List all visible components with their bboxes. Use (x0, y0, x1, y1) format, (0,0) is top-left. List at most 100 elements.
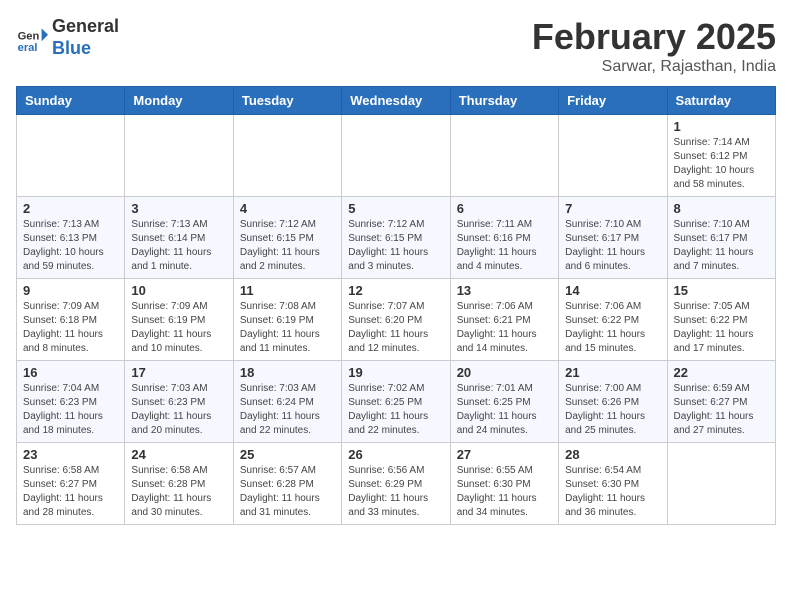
calendar-cell: 21Sunrise: 7:00 AM Sunset: 6:26 PM Dayli… (559, 361, 667, 443)
day-number: 4 (240, 201, 335, 216)
day-number: 8 (674, 201, 769, 216)
month-title: February 2025 (532, 16, 776, 58)
calendar-cell (450, 115, 558, 197)
day-info: Sunrise: 7:09 AM Sunset: 6:19 PM Dayligh… (131, 300, 226, 356)
calendar-cell (233, 115, 341, 197)
calendar-cell: 4Sunrise: 7:12 AM Sunset: 6:15 PM Daylig… (233, 197, 341, 279)
day-info: Sunrise: 7:12 AM Sunset: 6:15 PM Dayligh… (348, 218, 443, 274)
calendar-cell: 17 Sunrise: 7:03 AM Sunset: 6:23 PM Dayli… (125, 361, 233, 443)
calendar-cell: 1Sunrise: 7:14 AM Sunset: 6:12 PM Daylig… (667, 115, 775, 197)
calendar-cell: 26 Sunrise: 6:56 AM Sunset: 6:29 PM Dayli… (342, 443, 450, 525)
location-subtitle: Sarwar, Rajasthan, India (532, 58, 776, 76)
day-info: Sunrise: 7:10 AM Sunset: 6:17 PM Dayligh… (565, 218, 660, 274)
day-number: 1 (674, 119, 769, 134)
calendar-cell (17, 115, 125, 197)
day-info: Sunrise: 7:13 AM Sunset: 6:13 PM Dayligh… (23, 218, 118, 274)
weekday-header-wednesday: Wednesday (342, 87, 450, 115)
day-info: Sunrise: 6:54 AM Sunset: 6:30 PM Dayligh… (565, 464, 660, 520)
calendar-cell: 16Sunrise: 7:04 AM Sunset: 6:23 PM Dayli… (17, 361, 125, 443)
day-info: Sunrise: 7:03 AM Sunset: 6:24 PM Dayligh… (240, 382, 335, 438)
calendar-cell: 24 Sunrise: 6:58 AM Sunset: 6:28 PM Dayli… (125, 443, 233, 525)
day-info: Sunrise: 7:05 AM Sunset: 6:22 PM Dayligh… (674, 300, 769, 356)
day-number: 23 (23, 447, 118, 462)
calendar-week-5: 23 Sunrise: 6:58 AM Sunset: 6:27 PM Dayli… (17, 443, 776, 525)
day-info: Sunrise: 6:58 AM Sunset: 6:28 PM Dayligh… (131, 464, 226, 520)
weekday-header-saturday: Saturday (667, 87, 775, 115)
day-number: 25 (240, 447, 335, 462)
day-number: 24 (131, 447, 226, 462)
calendar-cell: 5 Sunrise: 7:12 AM Sunset: 6:15 PM Daylig… (342, 197, 450, 279)
day-number: 11 (240, 283, 335, 298)
calendar-cell: 11Sunrise: 7:08 AM Sunset: 6:19 PM Dayli… (233, 279, 341, 361)
day-info: Sunrise: 7:03 AM Sunset: 6:23 PM Dayligh… (131, 382, 226, 438)
calendar-cell: 9 Sunrise: 7:09 AM Sunset: 6:18 PM Daylig… (17, 279, 125, 361)
day-info: Sunrise: 7:07 AM Sunset: 6:20 PM Dayligh… (348, 300, 443, 356)
calendar-table: SundayMondayTuesdayWednesdayThursdayFrid… (16, 86, 776, 525)
day-number: 28 (565, 447, 660, 462)
calendar-cell: 15 Sunrise: 7:05 AM Sunset: 6:22 PM Dayli… (667, 279, 775, 361)
day-number: 5 (348, 201, 443, 216)
day-number: 2 (23, 201, 118, 216)
calendar-cell (559, 115, 667, 197)
day-info: Sunrise: 6:57 AM Sunset: 6:28 PM Dayligh… (240, 464, 335, 520)
calendar-cell: 10 Sunrise: 7:09 AM Sunset: 6:19 PM Dayli… (125, 279, 233, 361)
day-number: 12 (348, 283, 443, 298)
calendar-cell (342, 115, 450, 197)
day-info: Sunrise: 7:10 AM Sunset: 6:17 PM Dayligh… (674, 218, 769, 274)
day-number: 19 (348, 365, 443, 380)
day-info: Sunrise: 7:06 AM Sunset: 6:22 PM Dayligh… (565, 300, 660, 356)
calendar-cell: 12 Sunrise: 7:07 AM Sunset: 6:20 PM Dayli… (342, 279, 450, 361)
calendar-week-2: 2 Sunrise: 7:13 AM Sunset: 6:13 PM Daylig… (17, 197, 776, 279)
day-number: 3 (131, 201, 226, 216)
day-number: 13 (457, 283, 552, 298)
day-info: Sunrise: 6:59 AM Sunset: 6:27 PM Dayligh… (674, 382, 769, 438)
calendar-week-4: 16Sunrise: 7:04 AM Sunset: 6:23 PM Dayli… (17, 361, 776, 443)
calendar-cell: 7 Sunrise: 7:10 AM Sunset: 6:17 PM Daylig… (559, 197, 667, 279)
day-number: 18 (240, 365, 335, 380)
day-number: 10 (131, 283, 226, 298)
day-info: Sunrise: 6:55 AM Sunset: 6:30 PM Dayligh… (457, 464, 552, 520)
day-info: Sunrise: 7:13 AM Sunset: 6:14 PM Dayligh… (131, 218, 226, 274)
day-number: 9 (23, 283, 118, 298)
logo-text: General Blue (52, 16, 119, 59)
day-number: 15 (674, 283, 769, 298)
calendar-cell: 6Sunrise: 7:11 AM Sunset: 6:16 PM Daylig… (450, 197, 558, 279)
logo-general: General (52, 16, 119, 36)
weekday-header-tuesday: Tuesday (233, 87, 341, 115)
calendar-cell: 19 Sunrise: 7:02 AM Sunset: 6:25 PM Dayli… (342, 361, 450, 443)
calendar-cell: 28 Sunrise: 6:54 AM Sunset: 6:30 PM Dayli… (559, 443, 667, 525)
calendar-cell: 20 Sunrise: 7:01 AM Sunset: 6:25 PM Dayli… (450, 361, 558, 443)
day-number: 7 (565, 201, 660, 216)
day-number: 17 (131, 365, 226, 380)
calendar-cell: 18 Sunrise: 7:03 AM Sunset: 6:24 PM Dayli… (233, 361, 341, 443)
calendar-cell: 14 Sunrise: 7:06 AM Sunset: 6:22 PM Dayli… (559, 279, 667, 361)
svg-text:Gen: Gen (18, 30, 40, 42)
day-number: 26 (348, 447, 443, 462)
day-info: Sunrise: 6:58 AM Sunset: 6:27 PM Dayligh… (23, 464, 118, 520)
day-info: Sunrise: 7:04 AM Sunset: 6:23 PM Dayligh… (23, 382, 118, 438)
day-info: Sunrise: 7:01 AM Sunset: 6:25 PM Dayligh… (457, 382, 552, 438)
weekday-header-thursday: Thursday (450, 87, 558, 115)
day-number: 14 (565, 283, 660, 298)
title-block: February 2025 Sarwar, Rajasthan, India (532, 16, 776, 76)
calendar-cell: 27Sunrise: 6:55 AM Sunset: 6:30 PM Dayli… (450, 443, 558, 525)
calendar-cell: 2 Sunrise: 7:13 AM Sunset: 6:13 PM Daylig… (17, 197, 125, 279)
day-info: Sunrise: 7:06 AM Sunset: 6:21 PM Dayligh… (457, 300, 552, 356)
calendar-cell (667, 443, 775, 525)
weekday-header-friday: Friday (559, 87, 667, 115)
weekday-header-sunday: Sunday (17, 87, 125, 115)
day-info: Sunrise: 7:09 AM Sunset: 6:18 PM Dayligh… (23, 300, 118, 356)
calendar-cell: 13 Sunrise: 7:06 AM Sunset: 6:21 PM Dayli… (450, 279, 558, 361)
calendar-cell: 3 Sunrise: 7:13 AM Sunset: 6:14 PM Daylig… (125, 197, 233, 279)
calendar-header-row: SundayMondayTuesdayWednesdayThursdayFrid… (17, 87, 776, 115)
calendar-week-1: 1Sunrise: 7:14 AM Sunset: 6:12 PM Daylig… (17, 115, 776, 197)
day-number: 22 (674, 365, 769, 380)
day-info: Sunrise: 6:56 AM Sunset: 6:29 PM Dayligh… (348, 464, 443, 520)
page-header: Gen eral General Blue February 2025 Sarw… (16, 16, 776, 76)
day-info: Sunrise: 7:02 AM Sunset: 6:25 PM Dayligh… (348, 382, 443, 438)
day-number: 20 (457, 365, 552, 380)
weekday-header-monday: Monday (125, 87, 233, 115)
day-number: 21 (565, 365, 660, 380)
logo-icon: Gen eral (16, 22, 48, 54)
svg-text:eral: eral (18, 41, 38, 53)
